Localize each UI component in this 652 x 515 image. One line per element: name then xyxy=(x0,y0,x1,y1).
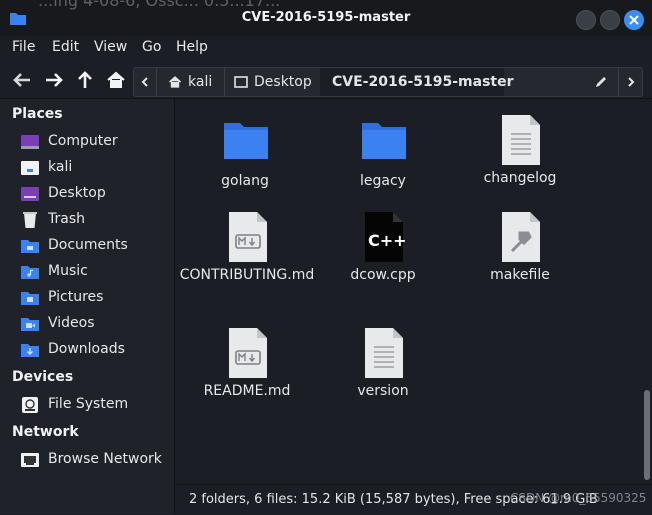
toolbar: kali Desktop CVE-2016-5195-master xyxy=(0,62,652,99)
cpp-file-icon: C++ xyxy=(365,212,407,262)
text-file-icon xyxy=(365,328,403,378)
drive-icon xyxy=(22,397,38,413)
sidebar-heading-places: Places xyxy=(12,106,63,122)
home-icon[interactable] xyxy=(106,70,126,90)
window-title: CVE-2016-5195-master xyxy=(241,10,411,25)
edit-path-icon[interactable] xyxy=(594,75,608,89)
sidebar-item-browse-network[interactable]: Browse Network xyxy=(0,448,174,472)
background-window-text: ...ing 4-08-6, Ossc... 0.5...17... xyxy=(38,0,281,10)
makefile-icon xyxy=(502,212,540,262)
sidebar-item-computer[interactable]: Computer xyxy=(0,130,174,154)
sidebar-item-file-system[interactable]: File System xyxy=(0,393,174,417)
sidebar-item-pictures[interactable]: Pictures xyxy=(0,286,174,310)
file-item-golang[interactable]: golang xyxy=(175,117,315,197)
chevron-left-icon xyxy=(141,77,148,87)
menu-edit[interactable]: Edit xyxy=(52,39,79,55)
documents-folder-icon xyxy=(21,240,39,253)
watermark: CSDN @m0_65590325 xyxy=(510,491,647,505)
sidebar-item-label: File System xyxy=(48,396,129,412)
home-icon xyxy=(168,76,182,88)
sidebar-item-label: Pictures xyxy=(48,289,104,305)
desktop-icon xyxy=(21,187,39,201)
file-name: dcow.cpp xyxy=(350,267,416,283)
sidebar-item-kali[interactable]: kali xyxy=(0,156,174,180)
maximize-button[interactable] xyxy=(600,10,620,30)
sidebar-item-label: kali xyxy=(48,159,73,175)
path-segment-label: kali xyxy=(188,74,213,90)
minimize-button[interactable] xyxy=(576,10,596,30)
menu-file[interactable]: File xyxy=(12,39,35,55)
markdown-file-icon xyxy=(229,212,267,262)
path-segment-desktop[interactable]: Desktop xyxy=(224,68,321,96)
desktop-folder-icon xyxy=(234,76,248,88)
trash-icon xyxy=(23,212,37,228)
file-name: legacy xyxy=(360,173,406,189)
sidebar-item-videos[interactable]: Videos xyxy=(0,312,174,336)
menu-help[interactable]: Help xyxy=(176,39,208,55)
sidebar-item-label: Browse Network xyxy=(48,451,162,467)
sidebar-item-documents[interactable]: Documents xyxy=(0,234,174,258)
path-scroll-left-button[interactable] xyxy=(134,68,157,96)
file-name: README.md xyxy=(203,383,291,399)
pictures-folder-icon xyxy=(21,292,39,305)
file-name: changelog xyxy=(483,170,557,186)
music-folder-icon xyxy=(21,266,39,279)
file-item-version[interactable]: version xyxy=(313,327,453,407)
file-item-dcow-cpp[interactable]: C++ dcow.cpp xyxy=(313,211,453,311)
path-scroll-right-button[interactable] xyxy=(618,68,643,96)
sidebar-item-downloads[interactable]: Downloads xyxy=(0,338,174,362)
videos-folder-icon xyxy=(21,318,39,331)
folder-icon xyxy=(362,123,406,159)
svg-text:C++: C++ xyxy=(368,231,407,250)
downloads-folder-icon xyxy=(21,344,39,357)
file-item-readme[interactable]: README.md xyxy=(177,327,317,407)
forward-arrow-icon[interactable] xyxy=(44,70,64,90)
file-name: version xyxy=(357,383,409,399)
home-folder-icon xyxy=(21,161,39,175)
title-bar: ...ing 4-08-6, Ossc... 0.5...17... CVE-2… xyxy=(0,0,652,36)
sidebar-item-label: Videos xyxy=(48,315,95,331)
path-segment-current[interactable]: CVE-2016-5195-master xyxy=(320,68,514,96)
sidebar-item-label: Desktop xyxy=(48,185,106,201)
file-item-contributing[interactable]: CONTRIBUTING.md xyxy=(177,211,317,311)
menu-bar: File Edit View Go Help xyxy=(0,36,652,62)
file-name: makefile xyxy=(490,267,550,283)
path-bar: kali Desktop CVE-2016-5195-master xyxy=(133,67,643,97)
sidebar-item-trash[interactable]: Trash xyxy=(0,208,174,232)
file-name: golang xyxy=(221,173,269,189)
vertical-scrollbar[interactable] xyxy=(644,390,650,480)
sidebar-item-label: Music xyxy=(48,263,88,279)
menu-view[interactable]: View xyxy=(94,39,127,55)
close-icon xyxy=(629,15,639,25)
markdown-file-icon xyxy=(229,328,267,378)
file-item-changelog[interactable]: changelog xyxy=(450,114,590,194)
sidebar-item-music[interactable]: Music xyxy=(0,260,174,284)
file-item-legacy[interactable]: legacy xyxy=(313,117,453,197)
sidebar-heading-network: Network xyxy=(12,424,79,440)
path-segment-label: Desktop xyxy=(254,74,312,90)
sidebar-item-desktop[interactable]: Desktop xyxy=(0,182,174,206)
path-segment-kali[interactable]: kali xyxy=(156,68,225,96)
menu-go[interactable]: Go xyxy=(142,39,161,55)
sidebar-item-label: Documents xyxy=(48,237,128,253)
back-arrow-icon[interactable] xyxy=(12,70,32,90)
path-segment-label: CVE-2016-5195-master xyxy=(332,74,514,90)
sidebar-item-label: Downloads xyxy=(48,341,125,357)
sidebar-heading-devices: Devices xyxy=(12,369,74,385)
file-view: golang legacy changelog CONTRIBUTING.md … xyxy=(175,99,652,484)
computer-icon xyxy=(21,135,39,149)
file-item-makefile[interactable]: makefile xyxy=(450,211,590,311)
sidebar-item-label: Trash xyxy=(48,211,85,227)
text-file-icon xyxy=(502,115,540,165)
folder-icon xyxy=(224,123,268,159)
file-name: CONTRIBUTING.md xyxy=(179,267,315,283)
sidebar-item-label: Computer xyxy=(48,133,118,149)
sidebar: Places Computer kali Desktop Trash Docum… xyxy=(0,99,175,514)
chevron-right-icon xyxy=(628,77,635,87)
up-arrow-icon[interactable] xyxy=(75,70,95,90)
network-icon xyxy=(21,453,39,467)
close-button[interactable] xyxy=(624,10,644,30)
